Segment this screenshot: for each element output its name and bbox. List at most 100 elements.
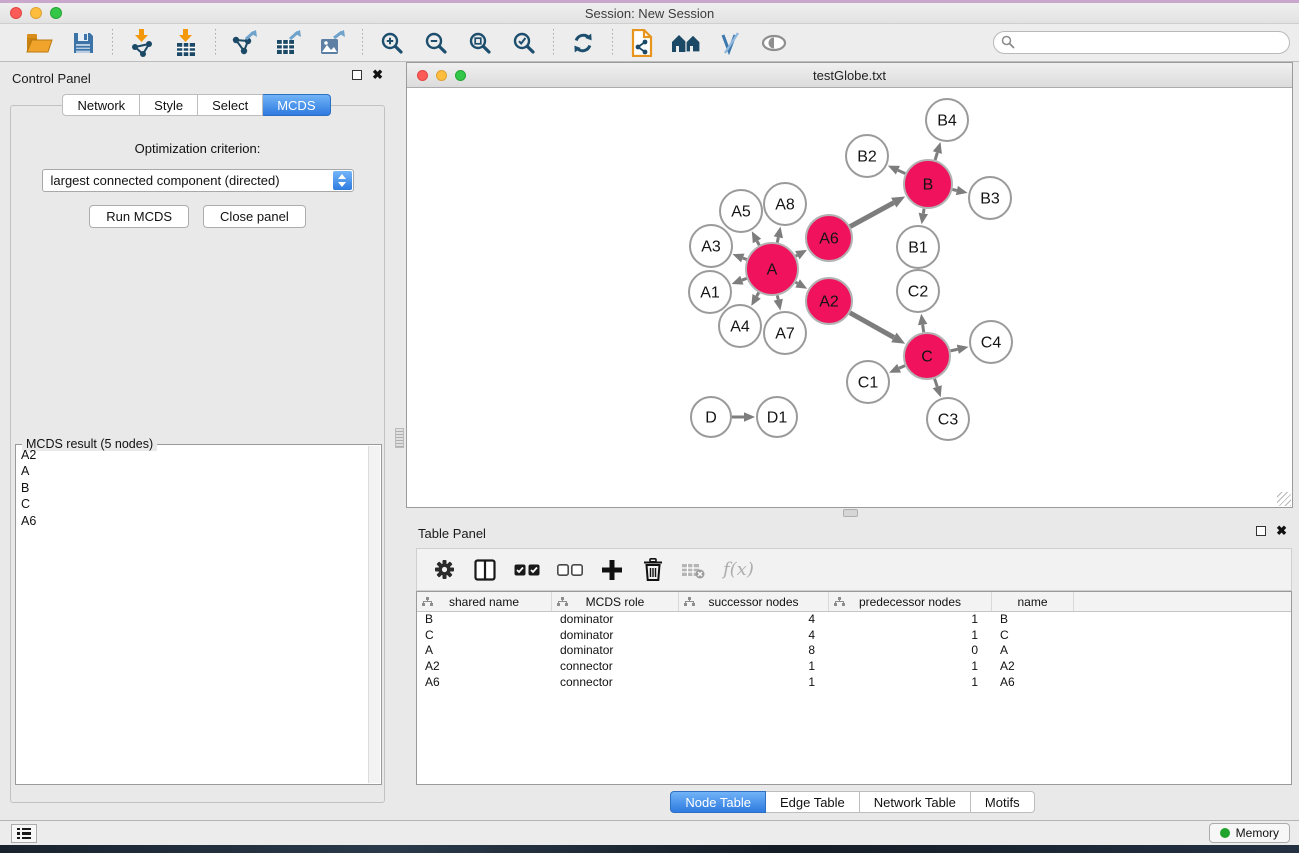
- result-item[interactable]: B: [16, 480, 368, 496]
- column-header-predecessor-nodes[interactable]: predecessor nodes: [829, 592, 992, 611]
- graph-edge-B-B3[interactable]: [952, 186, 967, 195]
- optimization-criterion-select[interactable]: largest connected component (directed): [42, 169, 354, 192]
- column-header-successor-nodes[interactable]: successor nodes: [679, 592, 829, 611]
- graph-edge-C-C1[interactable]: [889, 364, 905, 373]
- table-tab-motifs[interactable]: Motifs: [971, 791, 1035, 813]
- graph-edge-A2-C[interactable]: [850, 313, 905, 344]
- export-image-icon[interactable]: [316, 28, 350, 58]
- close-panel-icon[interactable]: ✖: [372, 70, 383, 80]
- delete-column-icon[interactable]: [641, 557, 665, 583]
- graph-edge-A-A8[interactable]: [774, 227, 783, 243]
- show-columns-icon[interactable]: [473, 557, 497, 583]
- graph-node-A4[interactable]: A4: [719, 305, 761, 347]
- graph-node-B1[interactable]: B1: [897, 226, 939, 268]
- graph-node-B[interactable]: B: [904, 160, 952, 208]
- table-row[interactable]: Cdominator41C: [417, 628, 1291, 644]
- float-table-panel-icon[interactable]: [1256, 526, 1266, 536]
- column-header-name[interactable]: name: [992, 592, 1074, 611]
- graph-node-B3[interactable]: B3: [969, 177, 1011, 219]
- table-tab-network-table[interactable]: Network Table: [860, 791, 971, 813]
- graph-node-B2[interactable]: B2: [846, 135, 888, 177]
- graph-edge-B-B4[interactable]: [933, 142, 942, 160]
- import-table-icon[interactable]: [169, 28, 203, 58]
- zoom-in-icon[interactable]: [375, 28, 409, 58]
- vertical-divider-grip[interactable]: [395, 428, 404, 448]
- graph-edge-A-A7[interactable]: [774, 295, 783, 310]
- graph-edge-D-D1[interactable]: [732, 412, 755, 422]
- graph-edge-B-B2[interactable]: [888, 166, 905, 175]
- memory-button[interactable]: Memory: [1209, 823, 1290, 843]
- graphics-details-icon[interactable]: [713, 28, 747, 58]
- zoom-out-icon[interactable]: [419, 28, 453, 58]
- graph-node-A5[interactable]: A5: [720, 190, 762, 232]
- network-minimize-button[interactable]: [436, 70, 447, 81]
- graph-node-C4[interactable]: C4: [970, 321, 1012, 363]
- graph-edge-A-A6[interactable]: [795, 250, 807, 260]
- graph-edge-B-B1[interactable]: [919, 209, 928, 225]
- table-row[interactable]: Adominator80A: [417, 643, 1291, 659]
- run-mcds-button[interactable]: Run MCDS: [89, 205, 189, 228]
- table-settings-gear-icon[interactable]: [432, 557, 456, 583]
- graph-node-D1[interactable]: D1: [757, 397, 797, 437]
- horizontal-divider-grip[interactable]: [843, 509, 858, 517]
- graph-edge-A-A5[interactable]: [752, 231, 761, 245]
- export-table-icon[interactable]: [272, 28, 306, 58]
- graph-node-C3[interactable]: C3: [927, 398, 969, 440]
- search-input[interactable]: [993, 31, 1290, 54]
- tab-mcds[interactable]: MCDS: [263, 94, 330, 116]
- result-item[interactable]: A2: [16, 447, 368, 463]
- graph-node-A[interactable]: A: [746, 243, 798, 295]
- refresh-icon[interactable]: [566, 28, 600, 58]
- table-row[interactable]: Bdominator41B: [417, 612, 1291, 628]
- eye-icon[interactable]: [757, 28, 791, 58]
- export-network-icon[interactable]: [228, 28, 262, 58]
- close-panel-button[interactable]: Close panel: [203, 205, 306, 228]
- open-session-icon[interactable]: [22, 28, 56, 58]
- zoom-selected-icon[interactable]: [507, 28, 541, 58]
- network-canvas[interactable]: B4B2BB3B1A5A8A6A3AA1C2A2A4A7CC4C1C3DD1: [407, 89, 1292, 507]
- graph-node-A8[interactable]: A8: [764, 183, 806, 225]
- graph-edge-C-C4[interactable]: [950, 345, 968, 354]
- network-close-button[interactable]: [417, 70, 428, 81]
- graph-edge-C-C3[interactable]: [933, 379, 942, 397]
- table-tab-node-table[interactable]: Node Table: [670, 791, 766, 813]
- graph-edge-A-A1[interactable]: [732, 276, 747, 285]
- graph-edge-A-A4[interactable]: [751, 293, 761, 306]
- window-resize-grip[interactable]: [1277, 492, 1291, 506]
- unselect-all-columns-icon[interactable]: [557, 557, 583, 583]
- network-from-selection-icon[interactable]: [625, 28, 659, 58]
- create-column-icon[interactable]: [600, 557, 624, 583]
- graph-node-A3[interactable]: A3: [690, 225, 732, 267]
- show-hide-panels-icon[interactable]: [669, 28, 703, 58]
- tab-select[interactable]: Select: [198, 94, 263, 116]
- minimize-window-button[interactable]: [30, 7, 42, 19]
- import-network-icon[interactable]: [125, 28, 159, 58]
- graph-node-B4[interactable]: B4: [926, 99, 968, 141]
- result-item[interactable]: C: [16, 496, 368, 512]
- graph-node-A2[interactable]: A2: [806, 278, 852, 324]
- zoom-window-button[interactable]: [50, 7, 62, 19]
- column-header-MCDS-role[interactable]: MCDS role: [552, 592, 679, 611]
- graph-node-A7[interactable]: A7: [764, 312, 806, 354]
- network-zoom-button[interactable]: [455, 70, 466, 81]
- graph-node-C[interactable]: C: [904, 333, 950, 379]
- column-header-shared-name[interactable]: shared name: [417, 592, 552, 611]
- tab-style[interactable]: Style: [140, 94, 198, 116]
- graph-edge-A-A3[interactable]: [733, 254, 747, 263]
- task-history-button[interactable]: [11, 824, 37, 843]
- tab-network[interactable]: Network: [62, 94, 140, 116]
- table-row[interactable]: A6connector11A6: [417, 675, 1291, 691]
- graph-edge-A-A2[interactable]: [795, 279, 807, 289]
- float-panel-icon[interactable]: [352, 70, 362, 80]
- close-table-panel-icon[interactable]: ✖: [1276, 526, 1287, 536]
- graph-node-C2[interactable]: C2: [897, 270, 939, 312]
- result-item[interactable]: A6: [16, 513, 368, 529]
- graph-node-D[interactable]: D: [691, 397, 731, 437]
- graph-node-A1[interactable]: A1: [689, 271, 731, 313]
- select-all-columns-icon[interactable]: [514, 557, 540, 583]
- close-window-button[interactable]: [10, 7, 22, 19]
- mcds-result-scrollbar[interactable]: [368, 446, 380, 783]
- graph-edge-A6-B[interactable]: [850, 197, 905, 227]
- graph-node-C1[interactable]: C1: [847, 361, 889, 403]
- result-item[interactable]: A: [16, 463, 368, 479]
